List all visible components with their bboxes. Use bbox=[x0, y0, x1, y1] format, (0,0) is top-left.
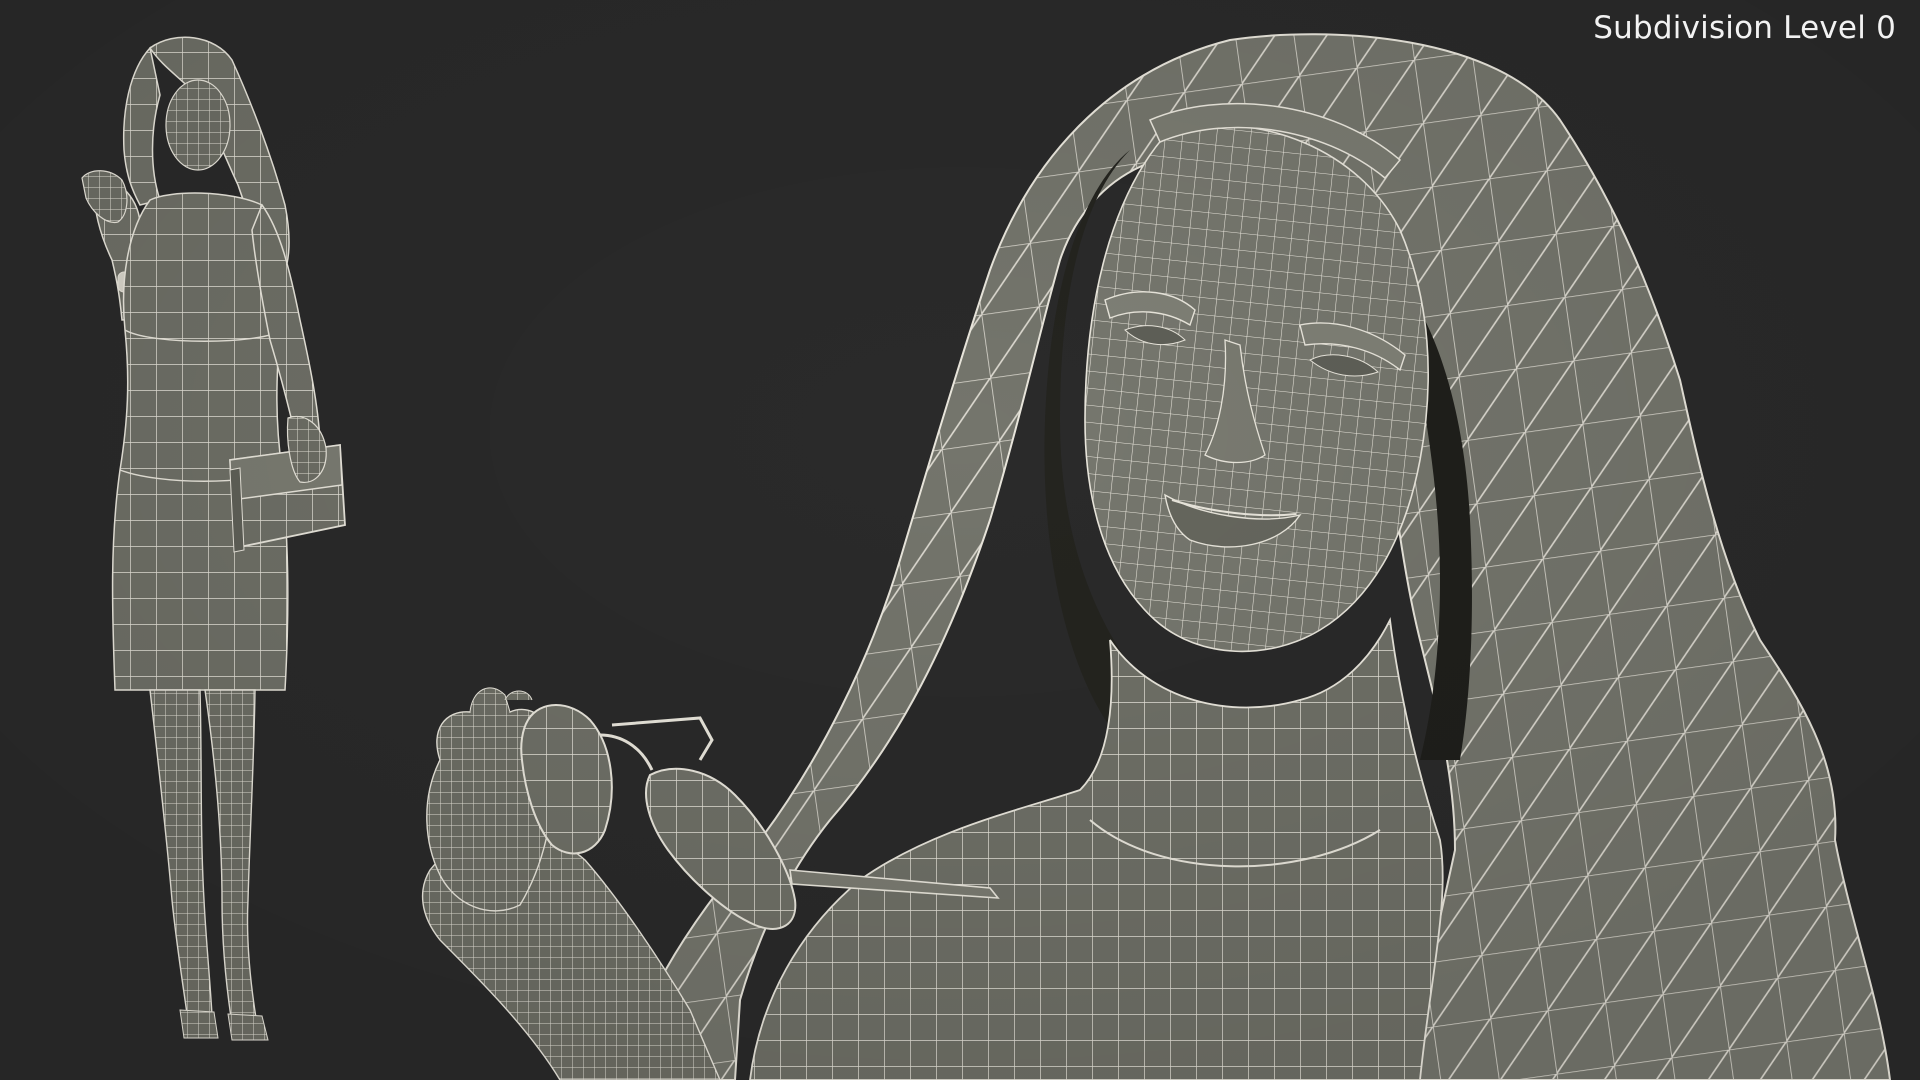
face-closeup bbox=[1084, 124, 1429, 653]
bust-closeup bbox=[618, 33, 1892, 1080]
figure-legs bbox=[149, 689, 213, 1021]
subdivision-level-label: Subdivision Level 0 bbox=[1593, 10, 1896, 46]
full-body-figure bbox=[81, 36, 346, 1041]
sunglasses-lens-right bbox=[645, 767, 797, 930]
figure-face bbox=[165, 79, 231, 171]
render-canvas bbox=[0, 0, 1920, 1080]
